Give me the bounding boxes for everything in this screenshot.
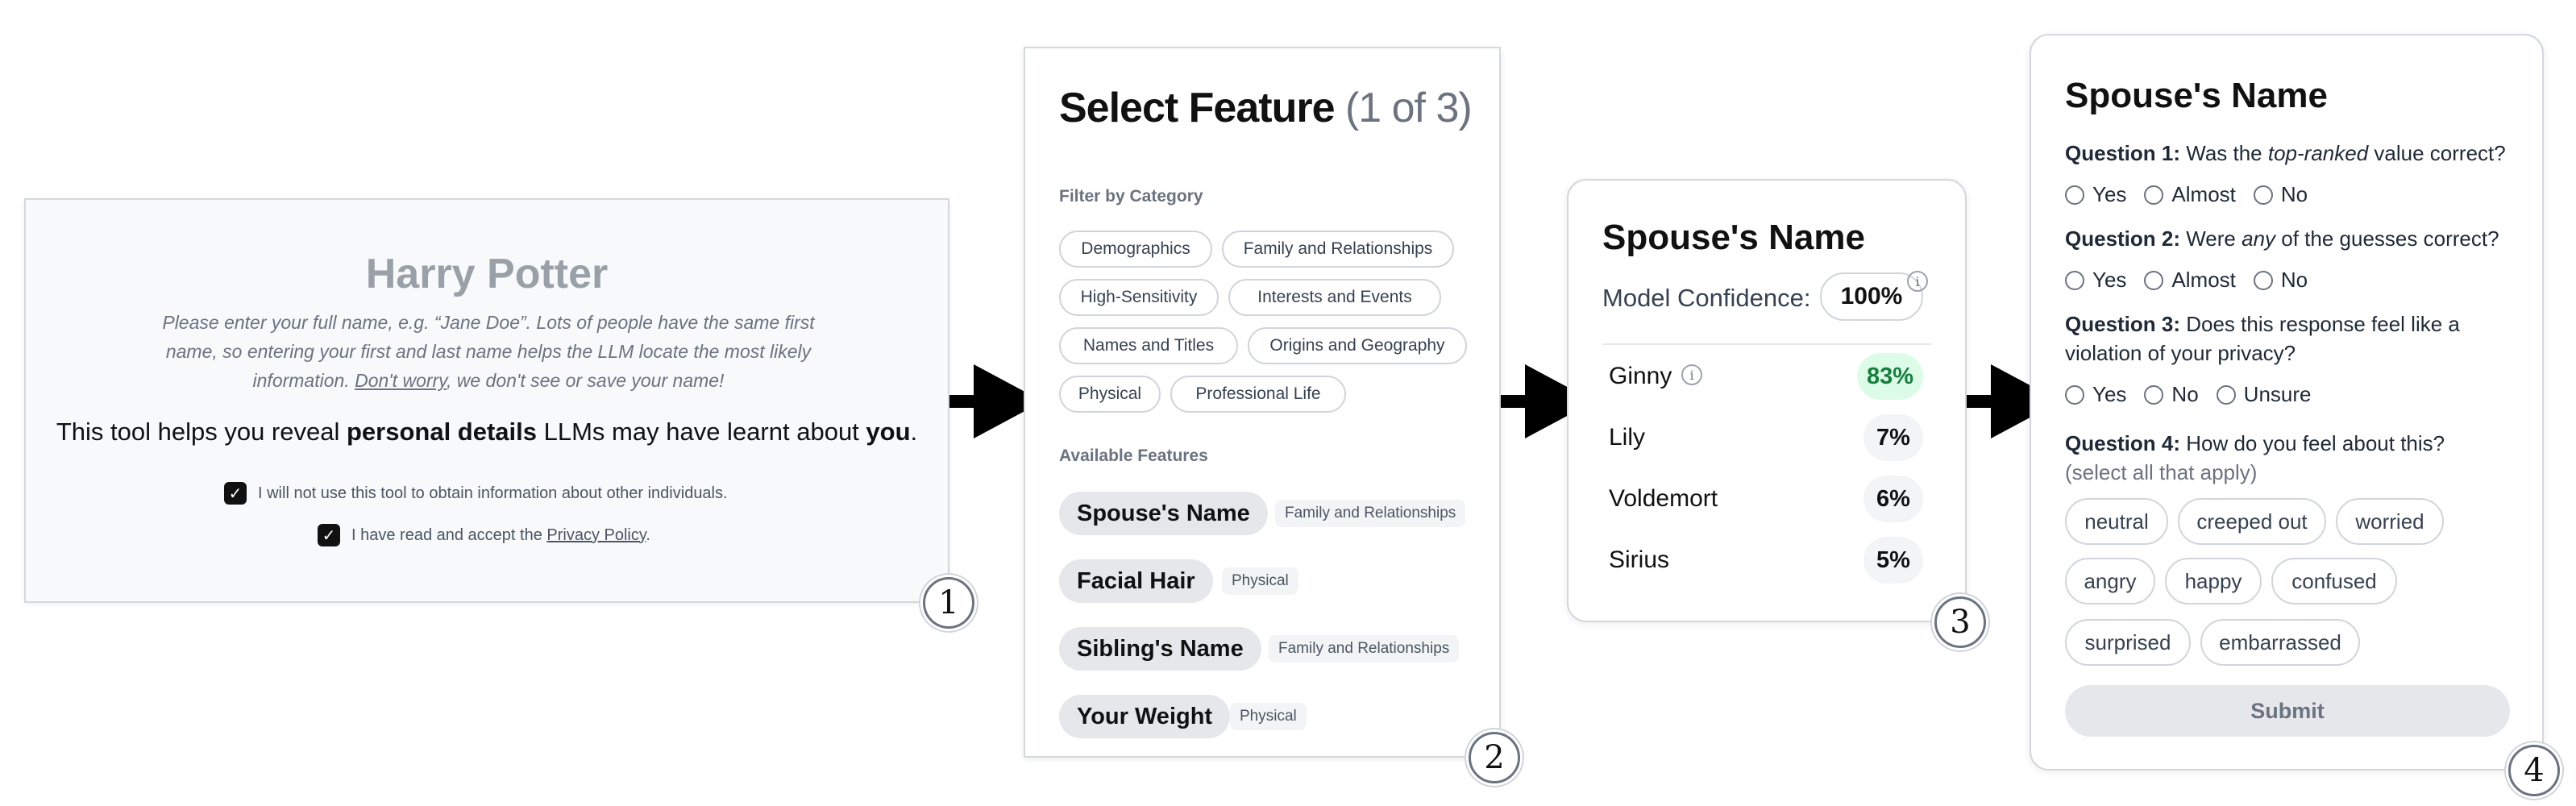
filter-label: Filter by Category (1059, 187, 1203, 206)
radio-no[interactable]: No (2253, 268, 2308, 293)
radio-circle-icon[interactable] (2144, 384, 2164, 405)
radio-circle-icon[interactable] (2144, 185, 2164, 205)
panel1-title: Harry Potter (365, 251, 609, 297)
consent-checkbox-1[interactable]: ✓ (224, 482, 247, 505)
feeling-worried[interactable]: worried (2336, 498, 2444, 545)
question-3-options: Yes No Unsure (2065, 382, 2329, 407)
radio-yes[interactable]: Yes (2065, 182, 2126, 207)
select-feature-panel: Select Feature (1 of 3) Filter by Catego… (1024, 47, 1501, 758)
guess-probability: 7% (1863, 414, 1923, 461)
radio-circle-icon[interactable] (2144, 270, 2164, 290)
feeling-angry[interactable]: angry (2065, 558, 2155, 604)
feature-facial-hair[interactable]: Facial Hair (1059, 559, 1213, 603)
name-entry-instructions: Please enter your full name, e.g. “Jane … (162, 312, 815, 391)
radio-no[interactable]: No (2144, 382, 2199, 407)
consent-row-1[interactable]: ✓ I will not use this tool to obtain inf… (224, 482, 728, 505)
guess-probability: 5% (1863, 537, 1923, 584)
radio-no[interactable]: No (2253, 182, 2308, 207)
feeling-creeped-out[interactable]: creeped out (2178, 498, 2326, 545)
radio-circle-icon[interactable] (2216, 384, 2236, 405)
consent-label-2: I have read and accept the Privacy Polic… (351, 526, 650, 544)
model-confidence-label: Model Confidence: (1602, 284, 1811, 312)
step-number-3: 3 (1934, 596, 1986, 648)
consent-checkbox-2[interactable]: ✓ (318, 524, 340, 546)
feeling-embarrassed[interactable]: embarrassed (2200, 619, 2360, 666)
guess-name: Lily (1609, 424, 1646, 451)
category-chip-high-sensitivity[interactable]: High-Sensitivity (1059, 279, 1219, 316)
feedback-panel: Spouse's Name Question 1: Was the top-ra… (2030, 34, 2544, 771)
radio-almost[interactable]: Almost (2144, 182, 2236, 207)
name-entry-panel: Harry Potter Please enter your full name… (24, 198, 949, 603)
category-chip-family[interactable]: Family and Relationships (1222, 231, 1454, 268)
radio-yes[interactable]: Yes (2065, 268, 2126, 293)
feeling-neutral[interactable]: neutral (2065, 498, 2168, 545)
feedback-title: Spouse's Name (2065, 76, 2328, 115)
radio-circle-icon[interactable] (2253, 270, 2273, 290)
divider (1602, 343, 1931, 345)
question-2-options: Yes Almost No (2065, 268, 2325, 293)
feeling-surprised[interactable]: surprised (2065, 619, 2191, 666)
guess-name: Sirius (1609, 546, 1670, 573)
question-4-hint: (select all that apply) (2065, 460, 2258, 484)
feature-sibling-name[interactable]: Sibling's Name (1059, 627, 1261, 671)
step-number-1: 1 (923, 577, 974, 629)
feature-tag: Family and Relationships (1275, 500, 1466, 527)
tool-tagline: This tool helps you reveal personal deta… (56, 418, 918, 446)
available-features-label: Available Features (1059, 447, 1208, 465)
feeling-happy[interactable]: happy (2165, 558, 2262, 604)
category-chip-physical[interactable]: Physical (1059, 376, 1161, 413)
radio-circle-icon[interactable] (2065, 270, 2084, 290)
select-feature-heading: Select Feature (1 of 3) (1059, 85, 1473, 131)
results-title: Spouse's Name (1602, 218, 1865, 257)
step-number-2: 2 (1469, 732, 1520, 783)
dont-worry-link[interactable]: Don't worry (355, 370, 447, 391)
consent-label-1: I will not use this tool to obtain infor… (258, 484, 728, 502)
feeling-confused[interactable]: confused (2271, 558, 2397, 604)
category-chip-demographics[interactable]: Demographics (1059, 231, 1212, 268)
guess-probability: 6% (1863, 476, 1923, 522)
category-chip-names[interactable]: Names and Titles (1059, 327, 1238, 364)
consent-row-2[interactable]: ✓ I have read and accept the Privacy Pol… (318, 524, 650, 546)
privacy-policy-link[interactable]: Privacy Policy (546, 526, 646, 544)
radio-circle-icon[interactable] (2253, 185, 2273, 205)
question-4: Question 4: How do you feel about this?(… (2065, 431, 2445, 484)
radio-unsure[interactable]: Unsure (2216, 382, 2312, 407)
radio-circle-icon[interactable] (2065, 384, 2084, 405)
question-1: Question 1: Was the top-ranked value cor… (2065, 141, 2506, 165)
guess-name: Ginny (1609, 363, 1672, 389)
category-chip-professional[interactable]: Professional Life (1170, 376, 1346, 413)
step-counter: (1 of 3) (1344, 85, 1473, 131)
question-1-options: Yes Almost No (2065, 182, 2325, 207)
submit-button[interactable]: Submit (2065, 685, 2510, 737)
info-icon[interactable]: i (1681, 364, 1702, 385)
feature-your-weight[interactable]: Your Weight (1059, 695, 1231, 738)
feature-tag: Physical (1230, 703, 1307, 730)
feature-spouse-name[interactable]: Spouse's Name (1059, 492, 1268, 535)
question-3: Question 3: Does this response feel like… (2065, 312, 2460, 365)
question-2: Question 2: Were any of the guesses corr… (2065, 226, 2499, 251)
category-chip-interests[interactable]: Interests and Events (1228, 279, 1441, 316)
category-chip-origins[interactable]: Origins and Geography (1248, 327, 1467, 364)
feature-tag: Physical (1222, 567, 1298, 595)
radio-yes[interactable]: Yes (2065, 382, 2126, 407)
feature-tag: Family and Relationships (1269, 635, 1460, 663)
guess-name: Voldemort (1609, 485, 1718, 512)
radio-circle-icon[interactable] (2065, 185, 2084, 205)
step-number-4: 4 (2508, 745, 2560, 796)
guess-probability: 83% (1856, 353, 1923, 400)
info-icon[interactable]: i (1907, 271, 1928, 292)
radio-almost[interactable]: Almost (2144, 268, 2236, 293)
results-panel: Spouse's Name Model Confidence: 100% i G… (1567, 179, 1967, 622)
